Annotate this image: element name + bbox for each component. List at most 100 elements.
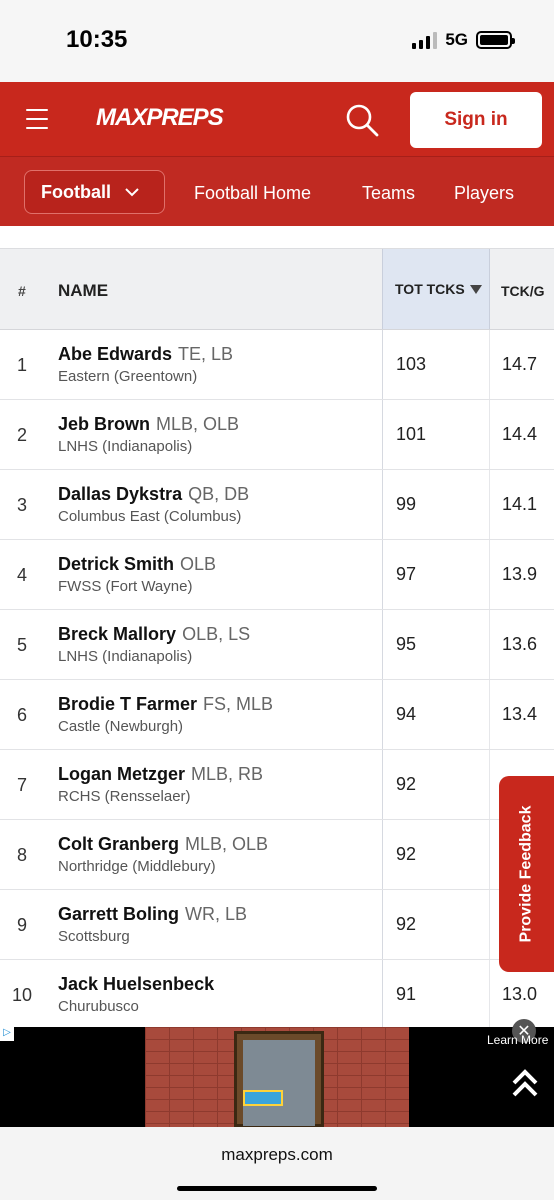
player-name[interactable]: Jack Huelsenbeck xyxy=(58,974,220,995)
sport-dropdown[interactable]: Football xyxy=(24,170,165,214)
player-school: Columbus East (Columbus) xyxy=(58,508,242,525)
status-indicators: 5G xyxy=(412,30,515,50)
row-rank: 1 xyxy=(17,355,28,375)
home-indicator xyxy=(177,1186,377,1191)
column-total-tackles-label: TOT TCKS xyxy=(395,281,465,297)
player-school: Northridge (Middlebury) xyxy=(58,858,216,875)
tackles-per-game: 14.7 xyxy=(502,354,538,374)
table-row[interactable]: 3 Dallas Dykstra QB, DB Columbus East (Co… xyxy=(0,470,554,540)
player-name[interactable]: Colt Granberg MLB, OLB xyxy=(58,834,268,855)
provide-feedback-button[interactable]: Provide Feedback xyxy=(499,776,554,972)
sort-desc-icon xyxy=(469,284,482,294)
table-row[interactable]: 5 Breck Mallory OLB, LS LNHS (Indianapoli… xyxy=(0,610,554,680)
player-school: Eastern (Greentown) xyxy=(58,368,198,385)
player-school: Castle (Newburgh) xyxy=(58,718,184,735)
player-position: MLB, OLB xyxy=(185,834,269,854)
row-rank: 5 xyxy=(17,635,28,655)
player-name[interactable]: Brodie T Farmer FS, MLB xyxy=(58,694,273,715)
status-bar: 10:35 5G xyxy=(0,0,554,82)
stats-table: # NAME TOT TCKS TCK/G 1 Abe Edwards TE, L… xyxy=(0,248,554,1028)
player-position: OLB, LS xyxy=(182,624,251,644)
player-name[interactable]: Logan Metzger MLB, RB xyxy=(58,764,263,785)
ad-game-tower xyxy=(234,1031,324,1127)
row-rank: 6 xyxy=(17,705,28,725)
total-tackles: 101 xyxy=(382,400,490,469)
total-tackles: 92 xyxy=(382,890,490,959)
chevron-down-icon xyxy=(125,188,139,197)
browser-url-bar[interactable]: maxpreps.com xyxy=(0,1127,554,1200)
total-tackles: 95 xyxy=(382,610,490,679)
tackles-per-game: 14.4 xyxy=(502,424,538,444)
row-rank: 3 xyxy=(17,495,28,515)
column-total-tackles[interactable]: TOT TCKS xyxy=(382,249,490,329)
row-rank: 4 xyxy=(17,565,28,585)
player-name[interactable]: Dallas Dykstra QB, DB xyxy=(58,484,249,505)
player-name[interactable]: Breck Mallory OLB, LS xyxy=(58,624,250,645)
player-name[interactable]: Abe Edwards TE, LB xyxy=(58,344,233,365)
tackles-per-game: 13.4 xyxy=(502,704,538,724)
table-row[interactable]: 10 Jack Huelsenbeck Churubusco 91 13.0 xyxy=(0,960,554,1028)
player-position: FS, MLB xyxy=(203,694,274,714)
player-position: WR, LB xyxy=(185,904,248,924)
row-rank: 2 xyxy=(17,425,28,445)
table-row[interactable]: 7 Logan Metzger MLB, RB RCHS (Rensselaer)… xyxy=(0,750,554,820)
row-rank: 9 xyxy=(17,915,28,935)
player-school: Churubusco xyxy=(58,998,139,1015)
ad-learn-more[interactable]: Learn More xyxy=(487,1033,548,1047)
player-name[interactable]: Detrick Smith OLB xyxy=(58,554,216,575)
provide-feedback-label: Provide Feedback xyxy=(517,805,535,943)
ad-choices-icon[interactable]: ▷ xyxy=(0,1027,14,1041)
total-tackles: 103 xyxy=(382,330,490,399)
total-tackles: 97 xyxy=(382,540,490,609)
url-text[interactable]: maxpreps.com xyxy=(0,1145,554,1165)
row-rank: 10 xyxy=(12,985,33,1005)
player-school: LNHS (Indianapolis) xyxy=(58,438,193,455)
table-header: # NAME TOT TCKS TCK/G xyxy=(0,248,554,330)
total-tackles: 91 xyxy=(382,960,490,1028)
table-row[interactable]: 4 Detrick Smith OLB FWSS (Fort Wayne) 97 … xyxy=(0,540,554,610)
player-school: FWSS (Fort Wayne) xyxy=(58,578,193,595)
player-position: QB, DB xyxy=(188,484,250,504)
battery-icon xyxy=(476,31,515,49)
site-header: MAXPREPS Sign in xyxy=(0,82,554,156)
tackles-per-game: 13.9 xyxy=(502,564,538,584)
maxpreps-logo[interactable]: MAXPREPS xyxy=(96,104,224,132)
player-position: OLB xyxy=(180,554,217,574)
sub-navigation: Football Football Home Teams Players xyxy=(0,156,554,226)
player-school: LNHS (Indianapolis) xyxy=(58,648,193,665)
tackles-per-game: 14.1 xyxy=(502,494,538,514)
player-name[interactable]: Jeb Brown MLB, OLB xyxy=(58,414,239,435)
table-row[interactable]: 2 Jeb Brown MLB, OLB LNHS (Indianapolis) … xyxy=(0,400,554,470)
table-row[interactable]: 9 Garrett Boling WR, LB Scottsburg 92 xyxy=(0,890,554,960)
player-position: MLB, RB xyxy=(191,764,264,784)
ad-banner[interactable]: ▷ ✕ Learn More xyxy=(0,1019,554,1127)
network-label: 5G xyxy=(445,30,468,49)
row-rank: 8 xyxy=(17,845,28,865)
table-row[interactable]: 8 Colt Granberg MLB, OLB Northridge (Midd… xyxy=(0,820,554,890)
nav-teams[interactable]: Teams xyxy=(362,183,415,204)
tackles-per-game: 13.6 xyxy=(502,634,538,654)
status-time: 10:35 xyxy=(66,26,128,53)
player-school: RCHS (Rensselaer) xyxy=(58,788,191,805)
nav-football-home[interactable]: Football Home xyxy=(194,183,311,204)
row-rank: 7 xyxy=(17,775,28,795)
total-tackles: 99 xyxy=(382,470,490,539)
table-row[interactable]: 6 Brodie T Farmer FS, MLB Castle (Newburg… xyxy=(0,680,554,750)
column-name[interactable]: NAME xyxy=(58,281,108,301)
total-tackles: 92 xyxy=(382,750,490,819)
total-tackles: 92 xyxy=(382,820,490,889)
ad-image[interactable] xyxy=(145,1027,409,1127)
player-name[interactable]: Garrett Boling WR, LB xyxy=(58,904,247,925)
column-tackles-per-game[interactable]: TCK/G xyxy=(501,283,545,299)
search-icon[interactable] xyxy=(344,102,380,138)
signal-icon xyxy=(412,31,438,49)
player-position: TE, LB xyxy=(178,344,234,364)
table-row[interactable]: 1 Abe Edwards TE, LB Eastern (Greentown) … xyxy=(0,330,554,400)
nav-players[interactable]: Players xyxy=(454,183,514,204)
double-chevron-up-icon[interactable] xyxy=(510,1063,540,1103)
total-tackles: 94 xyxy=(382,680,490,749)
menu-icon[interactable] xyxy=(26,109,48,129)
tackles-per-game: 13.0 xyxy=(502,984,538,1004)
player-school: Scottsburg xyxy=(58,928,130,945)
sign-in-button[interactable]: Sign in xyxy=(410,92,542,148)
